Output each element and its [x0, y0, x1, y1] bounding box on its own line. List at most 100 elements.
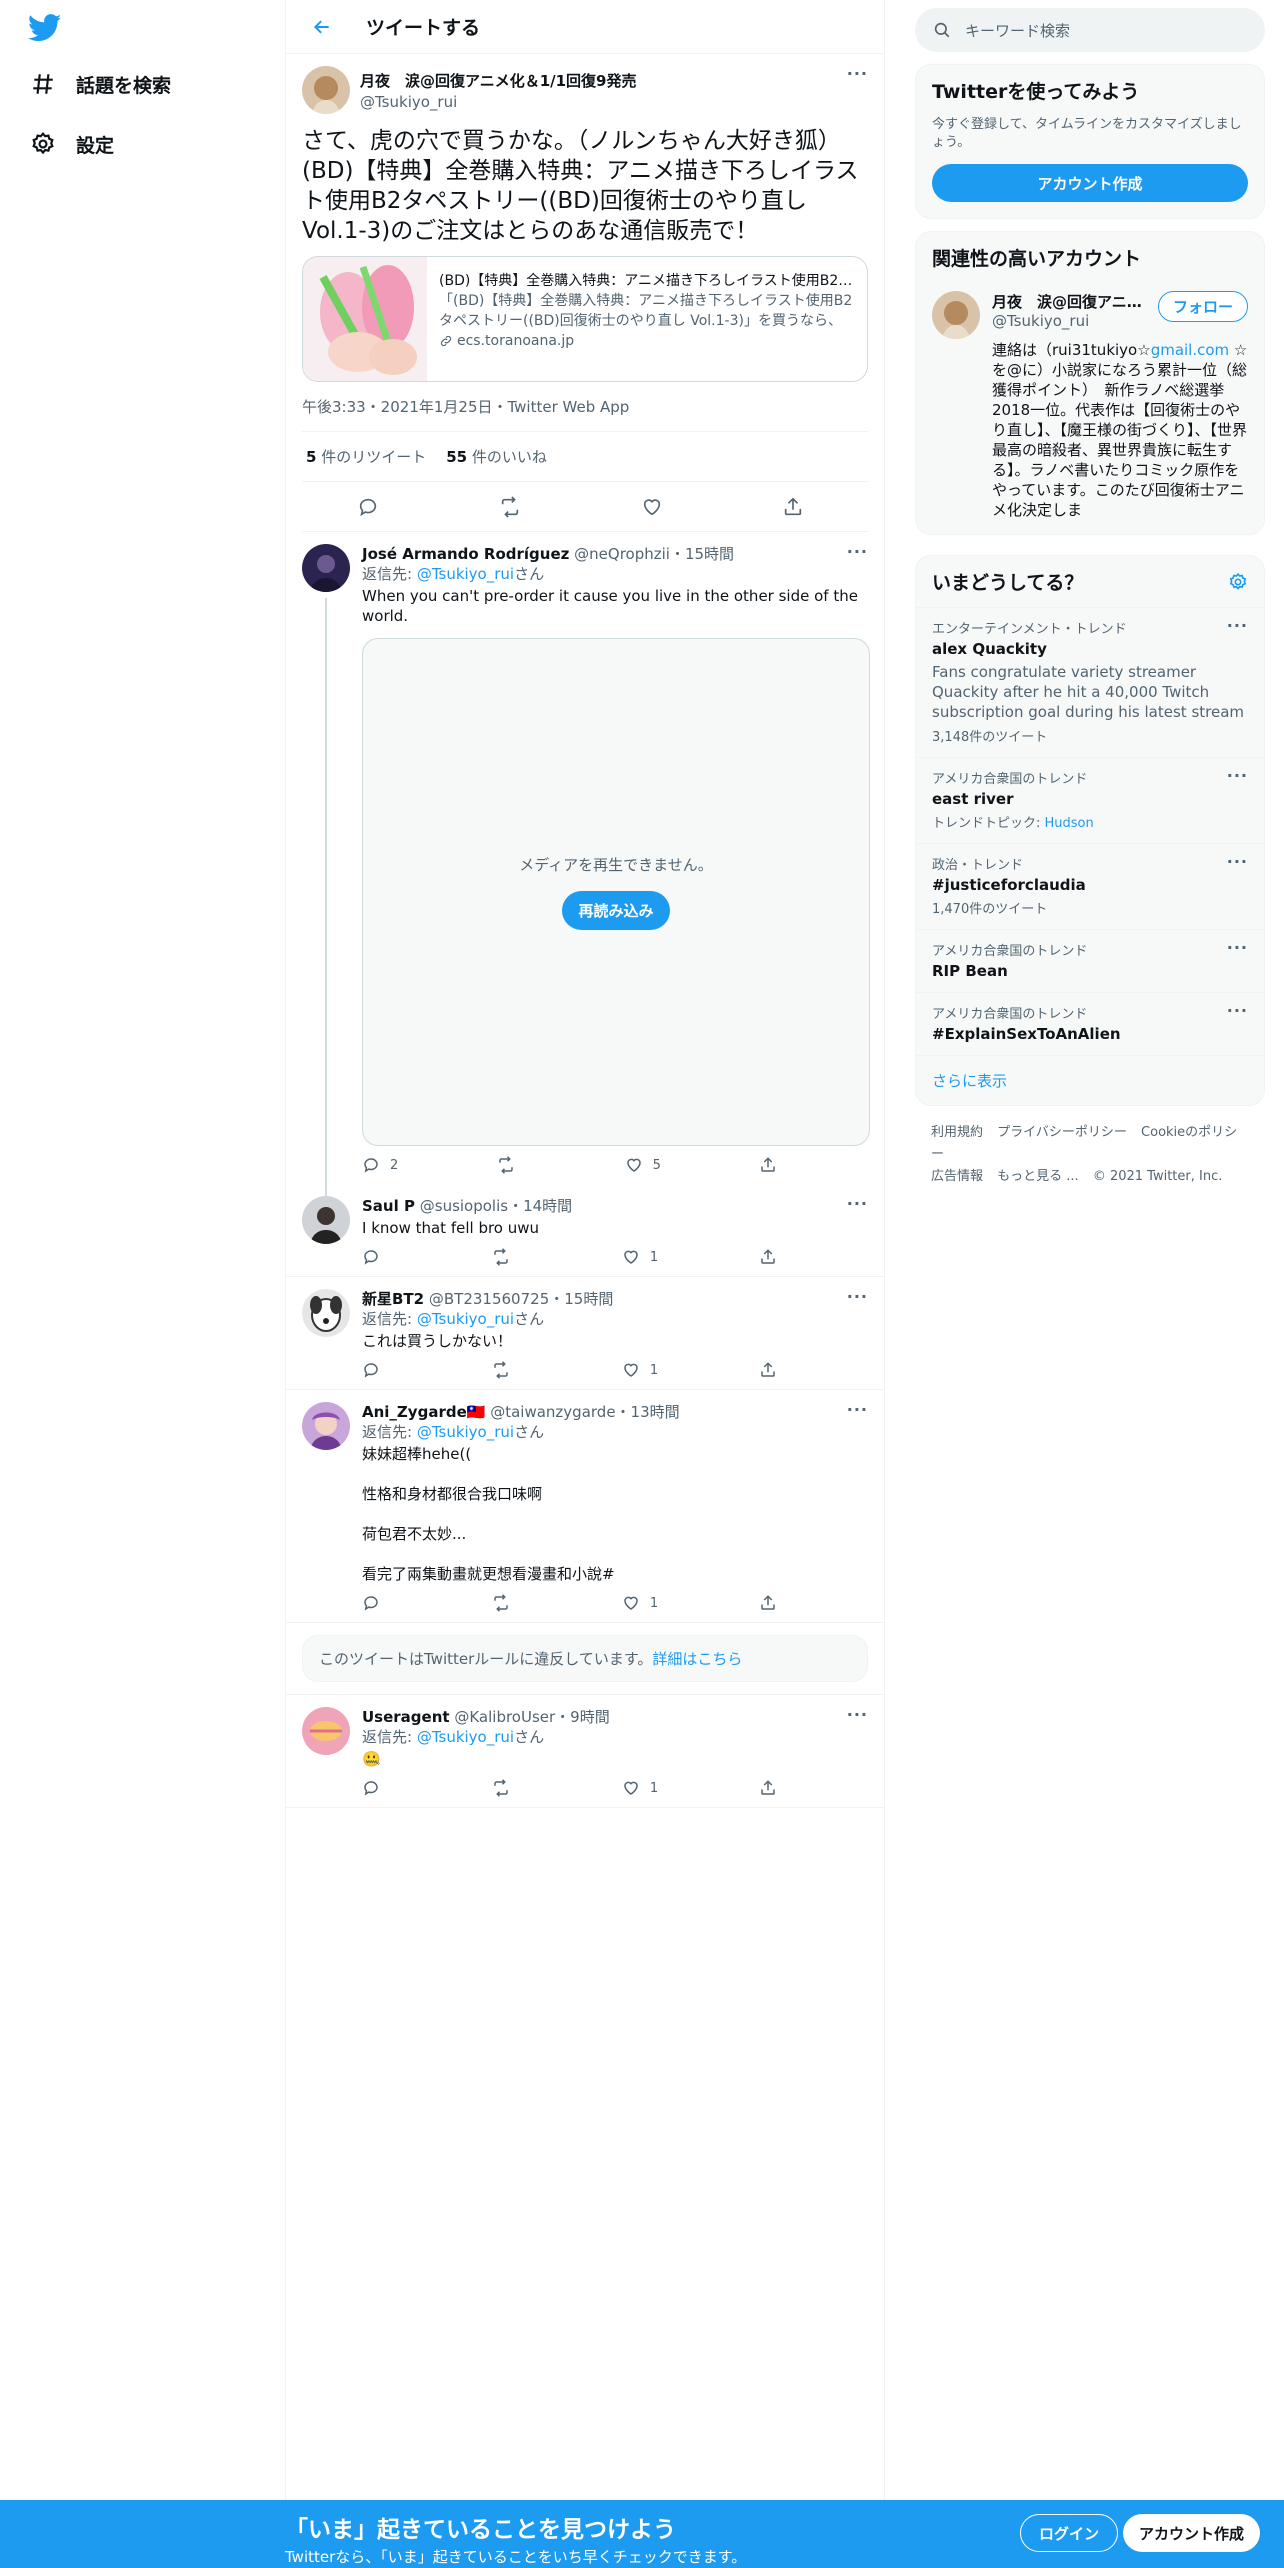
retweet-icon[interactable]: [491, 1248, 521, 1266]
avatar[interactable]: [302, 1289, 350, 1337]
author-name[interactable]: 月夜 涙@回復アニメ化＆1/1回復9発売: [360, 70, 637, 91]
retweet-icon[interactable]: [491, 1594, 521, 1612]
reply-icon[interactable]: [362, 1248, 390, 1266]
reply-to-link[interactable]: @Tsukiyo_rui: [417, 1423, 514, 1441]
share-icon[interactable]: [759, 1248, 787, 1266]
reply-time[interactable]: ・15時間: [670, 545, 734, 563]
share-icon[interactable]: [759, 1594, 787, 1612]
bio-link[interactable]: gmail.com: [1151, 341, 1229, 359]
reply-time[interactable]: ・13時間: [616, 1403, 680, 1421]
avatar[interactable]: [302, 544, 350, 592]
reply-tweet[interactable]: ··· Saul P @susiopolis・14時間 I know that …: [286, 1184, 884, 1277]
like-icon[interactable]: 5: [625, 1156, 661, 1174]
more-options-icon[interactable]: ···: [847, 1400, 868, 1419]
reply-tweet[interactable]: ··· Useragent @KalibroUser・9時間 返信先: @Tsu…: [286, 1694, 884, 1808]
settings-gear-icon[interactable]: [1228, 572, 1248, 592]
footer-link-ads[interactable]: 広告情報: [931, 1169, 983, 1184]
share-icon[interactable]: [759, 1361, 787, 1379]
trend-item[interactable]: ··· アメリカ合衆国のトレンド RIP Bean: [916, 929, 1264, 992]
reply-icon[interactable]: [362, 1594, 390, 1612]
avatar[interactable]: [302, 66, 350, 114]
trend-item[interactable]: ··· 政治・トレンド #justiceforclaudia 1,470件のツイ…: [916, 843, 1264, 929]
avatar[interactable]: [302, 1707, 350, 1755]
like-icon[interactable]: [641, 496, 673, 518]
learn-more-link[interactable]: 詳細はこちら: [652, 1650, 742, 1668]
reply-author-name[interactable]: Ani_Zygarde🇹🇼: [362, 1403, 485, 1421]
reply-time[interactable]: ・15時間: [549, 1290, 613, 1308]
trend-item[interactable]: ··· アメリカ合衆国のトレンド #ExplainSexToAnAlien: [916, 992, 1264, 1055]
trend-item[interactable]: ··· エンターテインメント・トレンド alex Quackity Fans c…: [916, 607, 1264, 757]
reply-author-handle[interactable]: @susiopolis: [420, 1197, 508, 1215]
like-icon[interactable]: 1: [622, 1779, 658, 1797]
reply-time[interactable]: ・9時間: [555, 1708, 610, 1726]
twitter-logo-icon[interactable]: [27, 14, 62, 42]
reply-author-name[interactable]: 新星BT2: [362, 1290, 424, 1308]
reply-icon[interactable]: 2: [362, 1156, 398, 1174]
reply-author-handle[interactable]: @BT231560725: [429, 1290, 549, 1308]
reply-to-link[interactable]: @Tsukiyo_rui: [417, 1310, 514, 1328]
nav-settings[interactable]: 設定: [28, 124, 114, 164]
retweet-stat[interactable]: 5 件のリツイート: [306, 446, 426, 467]
footer-link-privacy[interactable]: プライバシーポリシー: [997, 1125, 1127, 1140]
more-options-icon[interactable]: ···: [847, 1287, 868, 1306]
retweet-icon[interactable]: [491, 1361, 521, 1379]
reply-to-link[interactable]: @Tsukiyo_rui: [417, 565, 514, 583]
login-button[interactable]: ログイン: [1020, 2514, 1119, 2552]
trend-topic-link[interactable]: Hudson: [1045, 816, 1094, 831]
share-icon[interactable]: [759, 1779, 787, 1797]
retweet-icon[interactable]: [491, 1779, 521, 1797]
back-arrow-icon[interactable]: [306, 11, 338, 43]
retweet-icon[interactable]: [496, 1156, 526, 1174]
avatar[interactable]: [302, 1402, 350, 1450]
more-options-icon[interactable]: ···: [1227, 1001, 1248, 1020]
reply-icon[interactable]: [362, 1779, 390, 1797]
trend-item[interactable]: ··· アメリカ合衆国のトレンド east river トレンドトピック: Hu…: [916, 757, 1264, 843]
reply-author-handle[interactable]: @KalibroUser: [454, 1708, 555, 1726]
reply-tweet[interactable]: ··· Ani_Zygarde🇹🇼 @taiwanzygarde・13時間 返信…: [286, 1390, 884, 1623]
follow-button[interactable]: フォロー: [1157, 291, 1248, 322]
more-options-icon[interactable]: ···: [1227, 852, 1248, 871]
related-account[interactable]: 月夜 涙@回復アニメ化＆1/1回復9発売 @Tsukiyo_rui フォロー 連…: [916, 283, 1264, 534]
more-options-icon[interactable]: ···: [847, 1194, 868, 1213]
reply-author-name[interactable]: Saul P: [362, 1197, 415, 1215]
more-options-icon[interactable]: ···: [1227, 938, 1248, 957]
reply-author-name[interactable]: Useragent: [362, 1708, 450, 1726]
more-options-icon[interactable]: ···: [847, 542, 868, 561]
reply-tweet[interactable]: ··· José Armando Rodríguez @neQrophzii・1…: [286, 532, 884, 1196]
more-options-icon[interactable]: ···: [847, 1705, 868, 1724]
tweet-timestamp[interactable]: 午後3:33・2021年1月25日・Twitter Web App: [302, 382, 868, 432]
reply-author-handle[interactable]: @neQrophzii: [574, 545, 670, 563]
reload-button[interactable]: 再読み込み: [562, 891, 670, 930]
reply-author-name[interactable]: José Armando Rodríguez: [362, 545, 569, 563]
like-stat[interactable]: 55 件のいいね: [446, 446, 547, 467]
search-input[interactable]: キーワード検索: [915, 8, 1265, 52]
create-account-button[interactable]: アカウント作成: [932, 164, 1248, 202]
like-icon[interactable]: 1: [622, 1594, 658, 1612]
more-options-icon[interactable]: ···: [847, 64, 868, 83]
share-icon[interactable]: [759, 1156, 787, 1174]
signup-panel: Twitterを使ってみよう 今すぐ登録して、タイムラインをカスタマイズしましょ…: [915, 64, 1265, 219]
avatar[interactable]: [932, 291, 980, 339]
reply-tweet[interactable]: ··· 新星BT2 @BT231560725・15時間 返信先: @Tsukiy…: [286, 1277, 884, 1390]
retweet-icon[interactable]: [498, 495, 532, 518]
like-icon[interactable]: 1: [622, 1248, 658, 1266]
like-icon[interactable]: 1: [622, 1361, 658, 1379]
reply-icon[interactable]: [357, 496, 389, 518]
reply-time[interactable]: ・14時間: [508, 1197, 572, 1215]
footer-link-more[interactable]: もっと見る ...: [997, 1169, 1079, 1184]
more-options-icon[interactable]: ···: [1227, 766, 1248, 785]
signup-button[interactable]: アカウント作成: [1123, 2514, 1261, 2552]
link-card[interactable]: (BD)【特典】全巻購入特典：アニメ描き下ろしイラスト使用B2タペストリー((B…: [302, 256, 868, 382]
reply-author-handle[interactable]: @taiwanzygarde: [490, 1403, 615, 1421]
nav-explore[interactable]: 話題を検索: [28, 64, 171, 104]
share-icon[interactable]: [782, 496, 814, 518]
show-more-link[interactable]: さらに表示: [916, 1055, 1264, 1105]
related-account-name[interactable]: 月夜 涙@回復アニメ化＆1/1回復9発売: [992, 291, 1142, 312]
reply-icon[interactable]: [362, 1361, 390, 1379]
reply-to-link[interactable]: @Tsukiyo_rui: [417, 1728, 514, 1746]
author-handle[interactable]: @Tsukiyo_rui: [360, 93, 637, 111]
related-account-handle[interactable]: @Tsukiyo_rui: [992, 312, 1142, 330]
avatar[interactable]: [302, 1196, 350, 1244]
more-options-icon[interactable]: ···: [1227, 616, 1248, 635]
footer-link-terms[interactable]: 利用規約: [931, 1125, 983, 1140]
